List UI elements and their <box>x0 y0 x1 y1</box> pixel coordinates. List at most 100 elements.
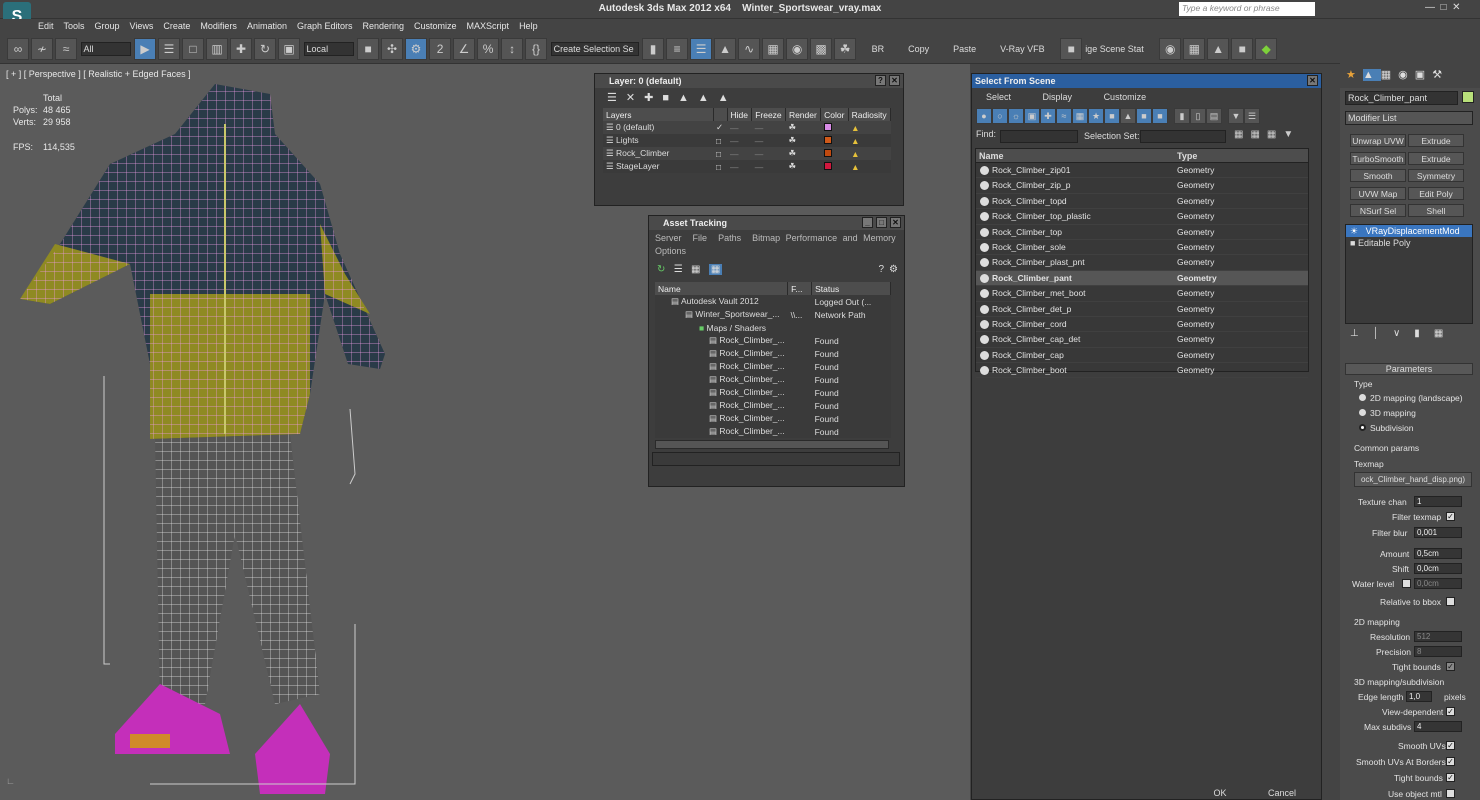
freeze-toggle[interactable]: — <box>752 121 786 134</box>
display-tab-icon[interactable]: ▣ <box>1415 69 1432 81</box>
asset-row[interactable]: ▤ Rock_Climber_... Found <box>655 412 891 425</box>
layer-row[interactable]: ☰ 0 (default) ✓ — — ☘ ▲ <box>603 121 891 134</box>
selset-icons[interactable]: ▦▦▦▼ <box>1234 129 1300 140</box>
select-by-name-icon[interactable]: ☰ <box>158 38 181 60</box>
scene-object-row[interactable]: Rock_Climber_top_plastic Geometry <box>976 209 1308 225</box>
spinner-snap-icon[interactable]: ↕ <box>501 38 524 60</box>
display-helpers-icon[interactable]: ✚ <box>1040 108 1056 124</box>
menu-animation[interactable]: Animation <box>242 19 292 33</box>
display-frozen-icon[interactable]: ■ <box>1136 108 1152 124</box>
vray-icon[interactable]: ◉ <box>1159 38 1182 60</box>
tight-bounds-3d-checkbox[interactable]: ✓ <box>1446 773 1455 782</box>
select-move-icon[interactable]: ✚ <box>230 38 253 60</box>
select-all-icon[interactable]: ▮ <box>1174 108 1190 124</box>
col-name[interactable]: Name <box>655 282 789 295</box>
window-crossing-icon[interactable]: ▥ <box>206 38 229 60</box>
ref-coord-dropdown[interactable]: Local <box>303 42 354 56</box>
menu-customize[interactable]: Customize <box>1104 92 1147 102</box>
copy-button[interactable]: Copy <box>908 44 929 54</box>
asset-row[interactable]: ▤ Rock_Climber_... Found <box>655 373 891 386</box>
water-level-checkbox[interactable] <box>1402 579 1411 588</box>
hide-all-icon[interactable]: ▲ <box>698 92 718 104</box>
scene-object-row[interactable]: Rock_Climber_boot Geometry <box>976 363 1308 379</box>
detail-view-icon[interactable]: ▦ <box>691 264 700 275</box>
layer-color-swatch[interactable] <box>823 161 832 170</box>
menu-bitmap[interactable]: Bitmap Performance and Memory <box>752 233 896 243</box>
new-layer-icon[interactable]: ☰ <box>607 92 626 104</box>
refresh-icon[interactable]: ↻ <box>657 264 665 275</box>
pin-stack-icon[interactable]: ⊥ <box>1350 328 1373 339</box>
menu-customize[interactable]: Customize <box>409 19 462 33</box>
selection-filter-dropdown[interactable]: All <box>80 42 131 56</box>
modifier-button[interactable]: TurboSmooth <box>1350 151 1406 165</box>
radiosity-icon[interactable]: ▲ <box>848 134 890 147</box>
object-color-swatch[interactable] <box>1462 91 1474 103</box>
layer-color-swatch[interactable] <box>823 148 832 157</box>
named-selection-input[interactable]: Create Selection Se <box>550 42 639 56</box>
menu-group[interactable]: Group <box>90 19 125 33</box>
layer-row[interactable]: ☰ Rock_Climber □ — — ☘ ▲ <box>603 147 891 160</box>
radiosity-icon[interactable]: ▲ <box>848 160 890 173</box>
green-plugin-icon[interactable]: ◆ <box>1255 38 1278 60</box>
graphite-icon[interactable]: ▲ <box>714 38 737 60</box>
menu-rendering[interactable]: Rendering <box>358 19 410 33</box>
shift-spinner[interactable]: 0,0cm <box>1414 563 1462 574</box>
active-layer-cell[interactable]: □ <box>713 147 727 160</box>
display-hidden-icon[interactable]: ■ <box>1152 108 1168 124</box>
close-icon[interactable]: ✕ <box>1307 75 1318 86</box>
menu-views[interactable]: Views <box>125 19 159 33</box>
asset-row[interactable]: ▤ Rock_Climber_... Found <box>655 386 891 399</box>
display-groups-icon[interactable]: ▦ <box>1072 108 1088 124</box>
use-object-mtl-checkbox[interactable] <box>1446 789 1455 798</box>
asset-hscrollbar[interactable] <box>655 440 889 449</box>
scene-object-row[interactable]: Rock_Climber_zip_p Geometry <box>976 178 1308 194</box>
character-model[interactable] <box>0 64 600 800</box>
radio-3d-mapping[interactable] <box>1359 409 1366 416</box>
modifier-button[interactable]: Symmetry <box>1408 169 1464 182</box>
col-type-header[interactable]: Type <box>1177 151 1197 161</box>
close-icon[interactable]: ✕ <box>889 75 900 86</box>
active-layer-cell[interactable]: □ <box>713 160 727 173</box>
col-hide[interactable]: Hide <box>727 108 753 121</box>
asset-row[interactable]: ■ Maps / Shaders <box>655 321 891 334</box>
window-controls[interactable]: — □ ✕ <box>1425 2 1461 13</box>
vray-tool-icon[interactable]: ▦ <box>1183 38 1206 60</box>
max-subdivs-spinner[interactable]: 4 <box>1414 721 1462 732</box>
scene-object-row[interactable]: Rock_Climber_cord Geometry <box>976 317 1308 333</box>
sfs-title[interactable]: Select From Scene ✕ <box>972 74 1321 88</box>
radio-subdivision[interactable] <box>1359 424 1366 431</box>
material-editor-icon[interactable]: ◉ <box>786 38 809 60</box>
select-in-layer-icon[interactable]: ■ <box>662 92 678 104</box>
radio-2d-mapping[interactable] <box>1359 394 1366 401</box>
filter-texmap-checkbox[interactable]: ✓ <box>1446 512 1455 521</box>
asset-help-icon[interactable]: ? <box>878 264 884 275</box>
render-setup-icon[interactable]: ▩ <box>810 38 833 60</box>
asset-title[interactable]: Asset Tracking _ □ ✕ <box>649 216 904 230</box>
scene-state-icon[interactable]: ■ <box>1060 38 1083 60</box>
display-lights-icon[interactable]: ☼ <box>1008 108 1024 124</box>
angle-snap-icon[interactable]: ∠ <box>453 38 476 60</box>
layer-title[interactable]: Layer: 0 (default)? ✕ <box>595 74 903 88</box>
scene-object-row[interactable]: Rock_Climber_pant Geometry <box>976 270 1308 287</box>
modifier-button[interactable]: Unwrap UVW <box>1350 134 1406 147</box>
align-icon[interactable]: ≡ <box>666 38 689 60</box>
cancel-button[interactable]: Cancel <box>1252 786 1312 800</box>
render-teapot-icon[interactable]: ☘ <box>785 147 820 160</box>
maximize-icon[interactable]: □ <box>876 217 887 228</box>
view-dependent-checkbox[interactable]: ✓ <box>1446 707 1455 716</box>
menu-maxscript[interactable]: MAXScript <box>462 19 515 33</box>
menu-display[interactable]: Display <box>1043 92 1073 102</box>
water-level-spinner[interactable]: 0,0cm <box>1414 578 1462 589</box>
utilities-tab-icon[interactable]: ⚒ <box>1432 69 1449 81</box>
menu-server[interactable]: Server <box>655 233 682 243</box>
menu-select[interactable]: Select <box>986 92 1011 102</box>
filter-blur-spinner[interactable]: 0,001 <box>1414 527 1462 538</box>
select-rotate-icon[interactable]: ↻ <box>254 38 277 60</box>
list-view-icon[interactable]: ☰ <box>674 264 683 275</box>
render-teapot-icon[interactable]: ☘ <box>834 38 857 60</box>
stack-editable-poly[interactable]: ■ Editable Poly <box>1346 237 1472 249</box>
pivot-icon[interactable]: ■ <box>357 38 380 60</box>
menu-edit[interactable]: Edit <box>33 19 59 33</box>
scene-object-row[interactable]: Rock_Climber_cap_det Geometry <box>976 332 1308 348</box>
vray-proxy-icon[interactable]: ■ <box>1231 38 1254 60</box>
